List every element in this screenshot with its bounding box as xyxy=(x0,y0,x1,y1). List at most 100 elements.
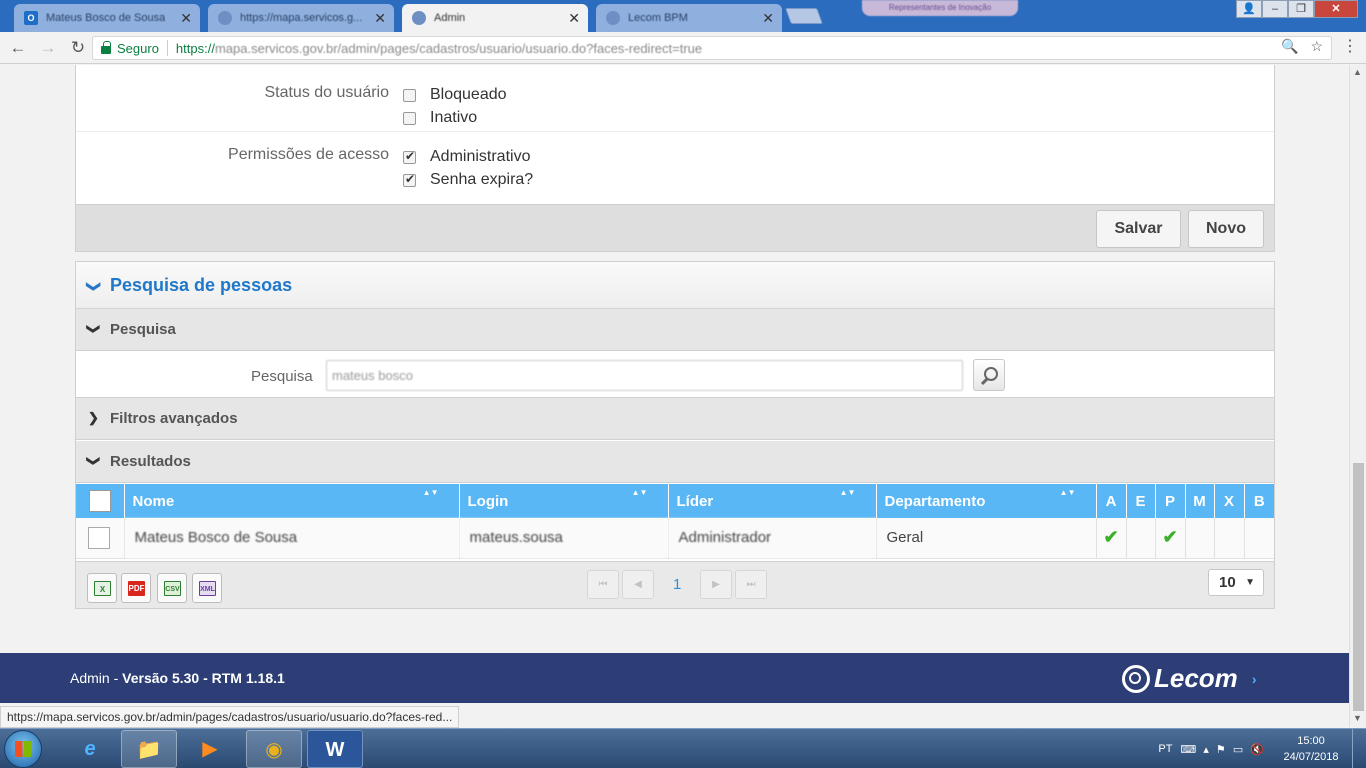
tab-label: Admin xyxy=(434,12,466,24)
star-icon[interactable]: ☆ xyxy=(1310,38,1323,55)
new-button[interactable]: Novo xyxy=(1188,210,1264,248)
page-scrollbar[interactable]: ▲ ▼ xyxy=(1349,65,1366,727)
tab-mateus-bosco[interactable]: O Mateus Bosco de Sousa ✕ xyxy=(14,4,200,32)
option-inativo[interactable]: Inativo xyxy=(403,109,477,127)
panel-header[interactable]: ❯ Pesquisa de pessoas xyxy=(76,262,1274,309)
column-header-b[interactable]: B xyxy=(1244,484,1274,518)
forward-icon[interactable]: → xyxy=(36,36,60,60)
sort-icon[interactable]: ▲▼ xyxy=(632,489,648,497)
app-footer: Admin - Versão 5.30 - RTM 1.18.1 Lecom › xyxy=(0,653,1349,703)
chevron-down-icon: ❯ xyxy=(86,455,102,467)
cell-login: mateus.sousa xyxy=(459,518,669,559)
column-header-lider[interactable]: Líder ▲▼ xyxy=(668,484,877,518)
tab-lecom-bpm[interactable]: Lecom BPM ✕ xyxy=(596,4,782,32)
senha-expira-checkbox[interactable] xyxy=(403,172,416,187)
cell-lider: Administrador xyxy=(668,518,877,559)
option-bloqueado[interactable]: Bloqueado xyxy=(403,86,507,104)
sort-icon[interactable]: ▲▼ xyxy=(840,489,856,497)
option-label: Bloqueado xyxy=(430,86,507,103)
lecom-logo-icon xyxy=(1122,664,1150,693)
cell-departamento: Geral xyxy=(876,518,1097,559)
close-window-button[interactable]: ✕ xyxy=(1314,0,1358,18)
permissions-label: Permissões de acesso xyxy=(228,146,389,163)
check-icon: ✔ xyxy=(1103,527,1119,548)
back-icon[interactable]: ← xyxy=(6,36,30,60)
next-page-button[interactable]: ▶ xyxy=(700,570,732,599)
prev-page-button[interactable]: ◀ xyxy=(622,570,654,599)
first-page-button[interactable]: ⏮ xyxy=(587,570,619,599)
option-senha-expira[interactable]: Senha expira? xyxy=(403,171,533,189)
version-text: Versão 5.30 - RTM 1.18.1 xyxy=(122,670,285,686)
panel-title: Pesquisa de pessoas xyxy=(110,275,293,295)
language-indicator[interactable]: PT xyxy=(1158,743,1172,755)
sort-icon[interactable]: ▲▼ xyxy=(423,489,439,497)
cell-flag-x xyxy=(1214,518,1245,559)
save-button[interactable]: Salvar xyxy=(1096,210,1181,248)
advanced-filters-header[interactable]: ❯ Filtros avançados xyxy=(76,398,1274,440)
search-label: Pesquisa xyxy=(251,368,313,385)
media-player-icon[interactable]: ▶ xyxy=(182,730,238,768)
reload-icon[interactable]: ↻ xyxy=(66,36,90,60)
column-header-x[interactable]: X xyxy=(1214,484,1245,518)
menu-icon[interactable]: ⋮ xyxy=(1342,36,1358,56)
export-pdf-button[interactable]: PDF xyxy=(121,573,151,603)
export-csv-button[interactable]: CSV xyxy=(157,573,187,603)
search-section-header[interactable]: ❯ Pesquisa xyxy=(76,309,1274,351)
table-row[interactable]: Mateus Bosco de Sousa mateus.sousa Admin… xyxy=(76,518,1274,559)
table-header-row: Nome ▲▼ Login ▲▼ Líder ▲▼ Departamento ▲▼ A … xyxy=(76,484,1274,518)
start-button[interactable] xyxy=(4,730,42,768)
tray-icons[interactable]: ⌨ ▴ ⚑ ▭ 🔇 xyxy=(1180,743,1266,756)
sort-icon[interactable]: ▲▼ xyxy=(1060,489,1076,497)
lecom-logo[interactable]: Lecom › xyxy=(1122,663,1256,694)
tab-admin[interactable]: Admin ✕ xyxy=(402,4,588,32)
close-tab-icon[interactable]: ✕ xyxy=(180,10,192,27)
globe-icon xyxy=(606,11,620,25)
search-button[interactable] xyxy=(973,359,1005,391)
user-icon[interactable]: 👤 xyxy=(1236,0,1262,18)
file-explorer-icon[interactable]: 📁 xyxy=(121,730,177,768)
xml-icon: XML xyxy=(199,581,216,596)
row-checkbox[interactable] xyxy=(88,526,110,549)
scroll-down-icon[interactable]: ▼ xyxy=(1353,713,1362,723)
clock[interactable]: 15:00 24/07/2018 xyxy=(1276,733,1346,765)
internet-explorer-icon[interactable]: e xyxy=(62,730,118,768)
column-header-m[interactable]: M xyxy=(1185,484,1215,518)
administrativo-checkbox[interactable] xyxy=(403,149,416,164)
search-input[interactable] xyxy=(326,360,963,391)
maximize-button[interactable]: ❐ xyxy=(1288,0,1314,18)
window-controls: 👤 – ❐ ✕ xyxy=(1236,0,1358,20)
column-header-e[interactable]: E xyxy=(1126,484,1156,518)
column-header-a[interactable]: A xyxy=(1096,484,1127,518)
show-desktop-button[interactable] xyxy=(1352,729,1366,768)
column-header-departamento[interactable]: Departamento ▲▼ xyxy=(876,484,1097,518)
scroll-thumb[interactable] xyxy=(1353,463,1364,711)
tab-mapa-servicos[interactable]: https://mapa.servicos.g... ✕ xyxy=(208,4,394,32)
select-all-checkbox[interactable] xyxy=(89,490,111,512)
caret-down-icon: ▼ xyxy=(1245,577,1255,588)
bloqueado-checkbox[interactable] xyxy=(403,88,416,102)
inativo-checkbox[interactable] xyxy=(403,111,416,125)
new-tab-button[interactable] xyxy=(785,8,823,24)
close-tab-icon[interactable]: ✕ xyxy=(762,10,774,27)
close-tab-icon[interactable]: ✕ xyxy=(374,10,386,27)
rows-per-page-select[interactable]: 10 ▼ xyxy=(1208,569,1264,596)
scroll-up-icon[interactable]: ▲ xyxy=(1353,67,1362,77)
word-icon[interactable]: W xyxy=(307,730,363,768)
column-label: Nome xyxy=(132,492,175,510)
minimize-button[interactable]: – xyxy=(1262,0,1288,18)
option-administrativo[interactable]: Administrativo xyxy=(403,148,530,166)
chrome-icon[interactable]: ◉ xyxy=(246,730,302,768)
zoom-icon[interactable]: 🔍 xyxy=(1281,38,1298,55)
close-tab-icon[interactable]: ✕ xyxy=(568,10,580,27)
rows-per-page-value: 10 xyxy=(1219,574,1236,591)
column-header-p[interactable]: P xyxy=(1155,484,1186,518)
export-excel-button[interactable]: X xyxy=(87,573,117,603)
user-status-row: Status do usuário Bloqueado Inativo xyxy=(76,65,1274,132)
current-page[interactable]: 1 xyxy=(673,576,681,593)
last-page-button[interactable]: ⏭ xyxy=(735,570,767,599)
address-bar[interactable]: Seguro https:// mapa.servicos.gov.br/adm… xyxy=(92,36,1332,60)
column-header-nome[interactable]: Nome ▲▼ xyxy=(124,484,460,518)
column-header-login[interactable]: Login ▲▼ xyxy=(459,484,669,518)
results-section-header[interactable]: ❯ Resultados xyxy=(76,441,1274,483)
export-xml-button[interactable]: XML xyxy=(192,573,222,603)
